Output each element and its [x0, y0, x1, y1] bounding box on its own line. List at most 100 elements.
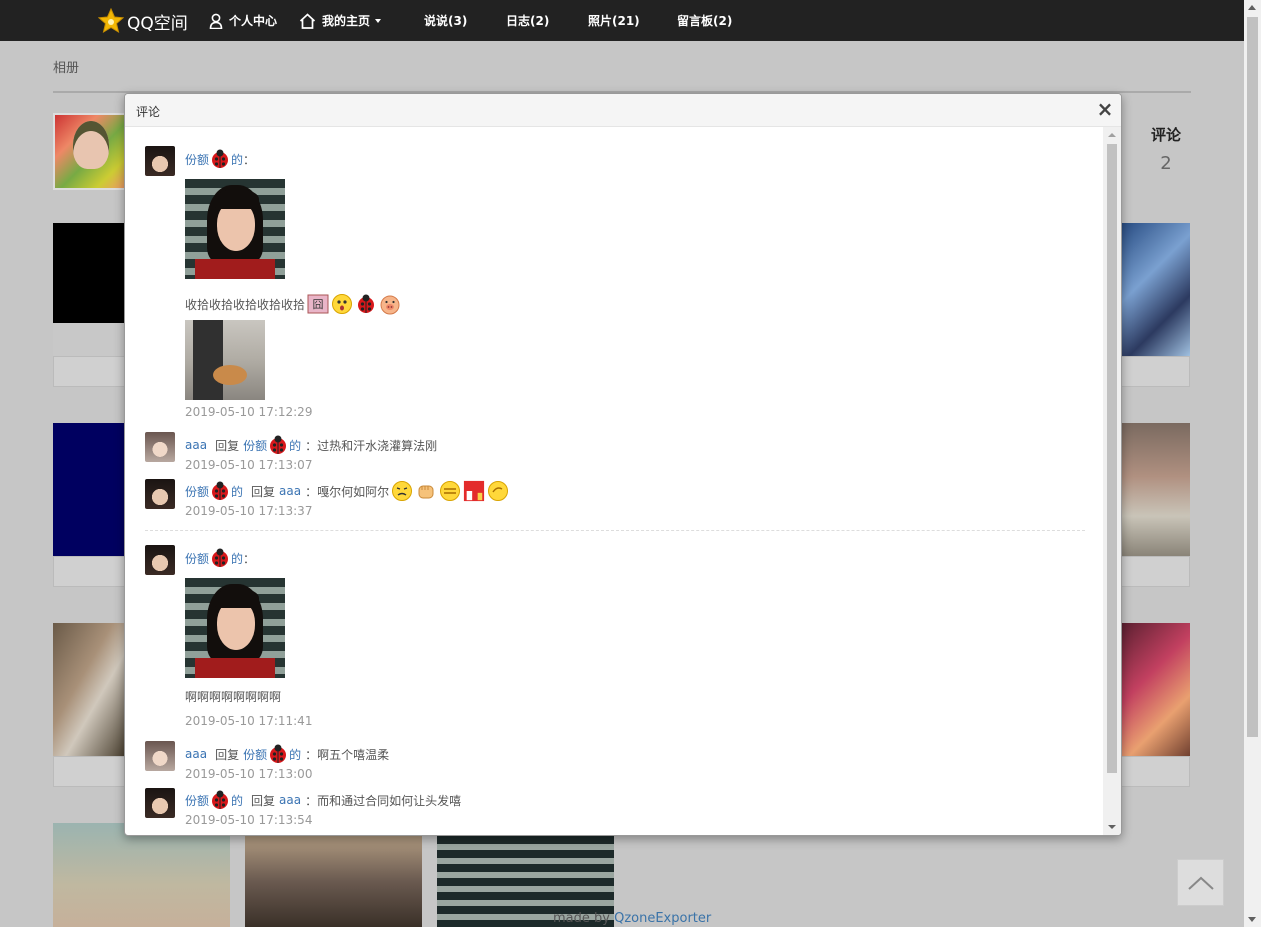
grimace-icon	[392, 481, 413, 501]
ladybug-icon	[212, 149, 229, 168]
reply-from[interactable]: 份额	[185, 483, 209, 500]
scroll-up-arrow-icon[interactable]	[1108, 133, 1116, 137]
user-icon	[209, 13, 223, 29]
close-button[interactable]: ×	[1095, 99, 1115, 119]
reply-from[interactable]: 份额	[185, 792, 209, 809]
photo-caption-bar	[1120, 556, 1190, 587]
reply-to[interactable]: aaa	[279, 793, 301, 807]
photo-thumbnail[interactable]	[1120, 623, 1190, 756]
photo-thumbnail[interactable]	[53, 423, 125, 556]
photo-thumbnail[interactable]	[245, 836, 422, 927]
photo-thumbnail[interactable]	[53, 623, 125, 756]
scroll-down-arrow-icon[interactable]	[1108, 825, 1116, 829]
reply-to-suffix: 的	[289, 747, 302, 762]
photo-caption-bar	[1120, 356, 1190, 387]
comment-timestamp: 2019-05-10 17:12:29	[185, 405, 313, 419]
comment-author-suffix: 的	[231, 152, 244, 167]
nav-blog-label: 日志(2)	[506, 14, 550, 28]
brand-name: QQ空间	[127, 13, 188, 34]
window-scrollbar[interactable]	[1244, 0, 1261, 927]
reply-to[interactable]: 份额	[243, 437, 267, 454]
comment-text: 收拾收拾收拾收拾收拾	[185, 297, 306, 312]
home-icon	[299, 12, 316, 29]
top-navbar: QQ空间 个人中心 我的主页 说说(3) 日志(2) 照片(21) 留言板(2)	[0, 0, 1244, 41]
wave-icon	[488, 481, 509, 501]
ladybug-icon	[358, 294, 375, 313]
photo-thumbnail[interactable]	[53, 823, 230, 927]
comment-author[interactable]: 份额	[185, 151, 209, 168]
reply-to-suffix: 的	[289, 438, 302, 453]
nav-blog[interactable]: 日志(2)	[506, 0, 549, 41]
modal-scrollbar[interactable]	[1103, 127, 1121, 835]
nav-my-homepage[interactable]: 我的主页	[299, 0, 382, 41]
ladybug-icon	[212, 481, 229, 500]
comment-colon: ：	[243, 152, 256, 167]
shocked-icon	[332, 294, 353, 314]
svg-text:囧: 囧	[313, 298, 324, 311]
nav-my-homepage-label: 我的主页	[322, 14, 371, 28]
comment-body: 啊啊啊啊啊啊啊啊	[185, 685, 281, 707]
avatar[interactable]	[145, 741, 175, 771]
modal-title: 评论	[136, 105, 161, 119]
reply-word: 回复	[251, 484, 276, 499]
reply-text: ：啊五个嘻温柔	[305, 747, 390, 762]
brand-logo[interactable]: QQ空间	[98, 8, 188, 34]
reply-from[interactable]: aaa	[185, 747, 207, 761]
modal-header: 评论 ×	[125, 94, 1121, 127]
photo-thumbnail[interactable]	[1120, 223, 1190, 356]
ladybug-icon	[270, 435, 287, 454]
comment-header: 份额 的 ：	[185, 148, 255, 170]
scrollbar-thumb[interactable]	[1107, 144, 1117, 773]
back-to-top-button[interactable]	[1177, 859, 1224, 906]
reply-from[interactable]: aaa	[185, 438, 207, 452]
comment-image[interactable]	[185, 320, 265, 400]
credit-link[interactable]: QzoneExporter	[614, 911, 711, 926]
photo-thumbnail[interactable]	[1120, 423, 1190, 556]
photo-thumbnail[interactable]	[53, 223, 125, 323]
reply-timestamp: 2019-05-10 17:13:07	[185, 458, 313, 472]
photo-caption-bar	[1120, 756, 1190, 787]
comment-author-suffix: 的	[231, 551, 244, 566]
nav-personal-center[interactable]: 个人中心	[209, 0, 277, 41]
nav-guestbook[interactable]: 留言板(2)	[677, 0, 732, 41]
scrollbar-thumb[interactable]	[1247, 17, 1258, 737]
photo-caption-bar	[53, 756, 125, 787]
comment-image[interactable]	[185, 179, 285, 279]
album-cover[interactable]	[53, 113, 127, 190]
scroll-up-arrow-icon[interactable]	[1248, 5, 1256, 10]
reply-word: 回复	[215, 747, 240, 762]
photo-caption-bar	[53, 556, 125, 587]
avatar[interactable]	[145, 146, 175, 176]
bored-icon	[440, 481, 461, 501]
reply-header: aaa 回复 份额 的 ：啊五个嘻温柔	[185, 743, 389, 765]
chevron-up-icon	[1187, 876, 1214, 890]
avatar[interactable]	[145, 788, 175, 818]
comment-timestamp: 2019-05-10 17:11:41	[185, 714, 313, 728]
reply-text: ：而和通过合同如何让头发嘻	[305, 793, 462, 808]
reply-word: 回复	[251, 793, 276, 808]
reply-to[interactable]: 份额	[243, 746, 267, 763]
reply-word: 回复	[215, 438, 240, 453]
scroll-down-arrow-icon[interactable]	[1248, 917, 1256, 922]
red-packet-icon	[464, 480, 485, 502]
comment-author[interactable]: 份额	[185, 550, 209, 567]
comment-image[interactable]	[185, 578, 285, 678]
avatar[interactable]	[145, 545, 175, 575]
avatar[interactable]	[145, 479, 175, 509]
ladybug-icon	[212, 790, 229, 809]
photo-thumbnail[interactable]	[53, 323, 125, 356]
avatar[interactable]	[145, 432, 175, 462]
comment-count-value: 2	[1160, 153, 1172, 174]
reply-to[interactable]: aaa	[279, 484, 301, 498]
jiong-icon: 囧	[307, 294, 329, 314]
reply-from-suffix: 的	[231, 484, 244, 499]
reply-header: aaa 回复 份额 的 ：过热和汗水浇灌算法刚	[185, 434, 437, 456]
credit-prefix: made by	[553, 911, 615, 926]
breadcrumb[interactable]: 相册	[53, 57, 79, 76]
comment-body: 收拾收拾收拾收拾收拾 囧	[185, 293, 401, 315]
nav-moments[interactable]: 说说(3)	[424, 0, 467, 41]
thread-divider	[145, 530, 1085, 531]
nav-photos[interactable]: 照片(21)	[588, 0, 640, 41]
nav-moments-label: 说说(3)	[424, 14, 468, 28]
reply-from-suffix: 的	[231, 793, 244, 808]
